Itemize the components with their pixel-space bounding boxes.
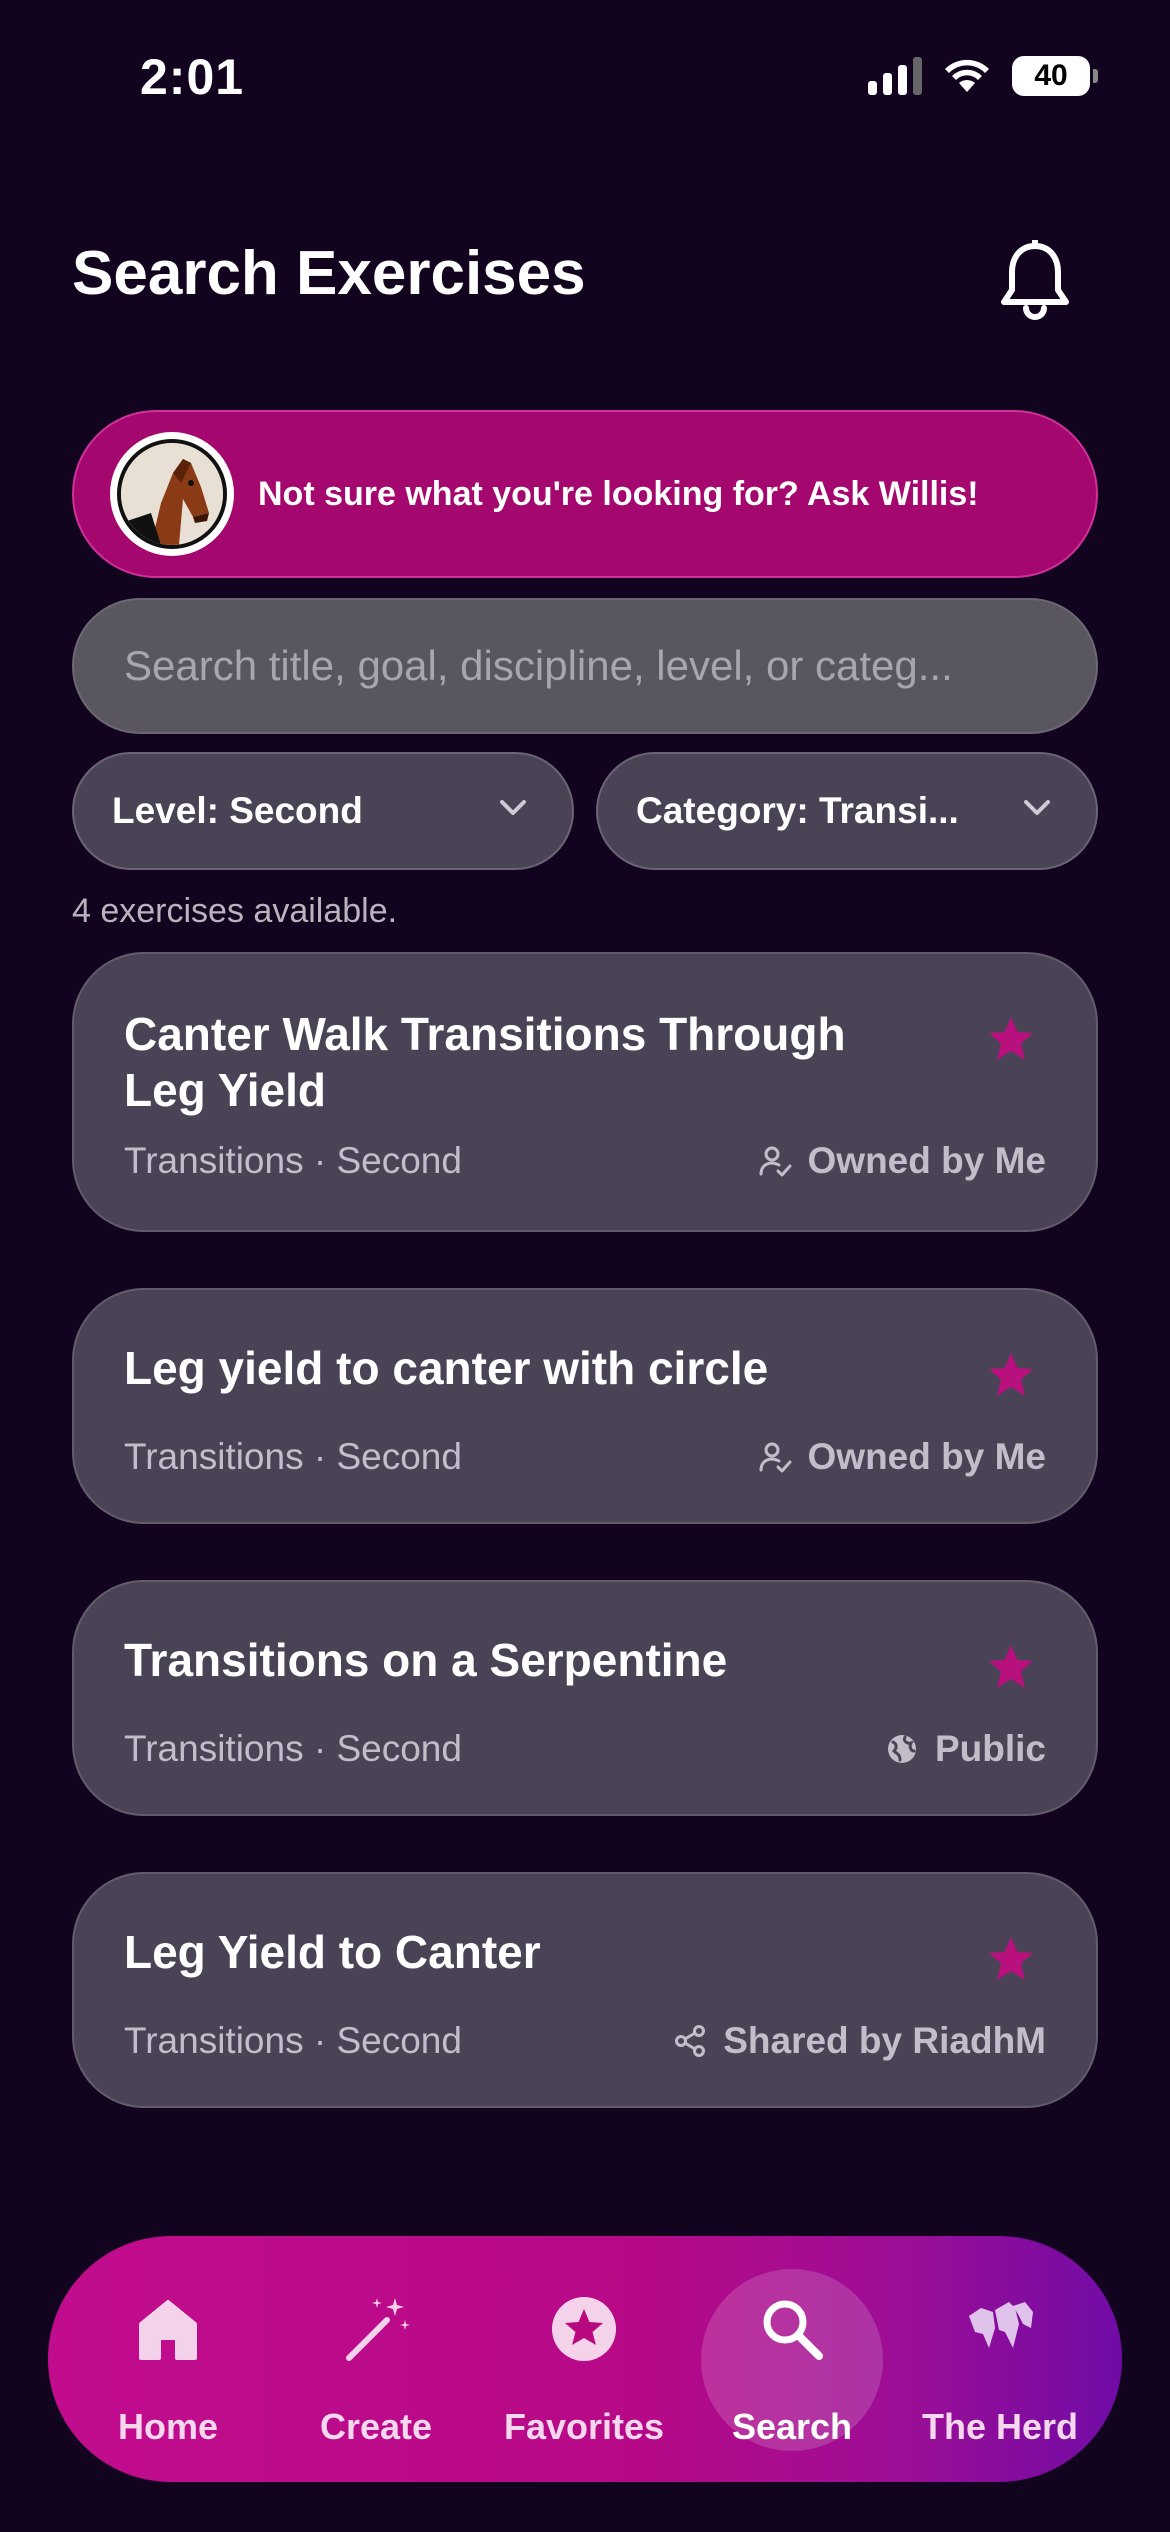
status-icons: 40	[868, 56, 1098, 96]
exercise-meta: Transitions · Second	[124, 1140, 462, 1181]
status-time: 2:01	[140, 49, 245, 105]
person-check-icon	[759, 1442, 792, 1473]
bell-icon[interactable]	[998, 240, 1072, 320]
category-filter-label: Category: Transi...	[636, 790, 959, 831]
exercise-owner-label: Owned by Me	[807, 1140, 1046, 1181]
exercise-ownership: Public	[885, 1728, 1046, 1770]
chevron-down-icon	[1024, 800, 1050, 815]
exercise-meta: Transitions · Second	[124, 1728, 462, 1769]
exercise-card[interactable]: Leg yield to canter with circle Transiti…	[72, 1288, 1098, 1524]
exercise-title: Transitions on a Serpentine	[124, 1634, 728, 1686]
favorite-star-icon[interactable]	[986, 1014, 1036, 1064]
person-check-icon	[759, 1146, 792, 1177]
bottom-nav: Home Create Favorites Search The Herd	[48, 2236, 1122, 2482]
exercise-meta: Transitions · Second	[124, 2020, 462, 2061]
favorite-star-icon[interactable]	[986, 1642, 1036, 1692]
level-filter-label: Level: Second	[112, 790, 363, 831]
search-icon	[763, 2300, 823, 2360]
ask-willis-banner[interactable]: Not sure what you're looking for? Ask Wi…	[72, 410, 1098, 578]
search-input[interactable]	[72, 598, 1098, 734]
nav-item-the-herd[interactable]: The Herd	[900, 2236, 1100, 2482]
exercise-title: Leg Yield to Canter	[124, 1926, 541, 1978]
nav-item-search[interactable]: Search	[692, 2236, 892, 2482]
home-icon	[139, 2300, 197, 2360]
level-filter-dropdown[interactable]: Level: Second	[72, 752, 574, 870]
horses-icon	[969, 2302, 1033, 2348]
ask-willis-text: Not sure what you're looking for? Ask Wi…	[258, 474, 979, 513]
exercise-owner-label: Owned by Me	[807, 1436, 1046, 1477]
search-exercises-screen: 2:01 40 Search Exercises Not sure what y…	[0, 0, 1170, 2532]
horse-avatar-icon	[110, 432, 234, 556]
nav-item-favorites[interactable]: Favorites	[484, 2236, 684, 2482]
exercise-owner-label: Shared by RiadhM	[723, 2020, 1046, 2061]
exercise-ownership: Shared by RiadhM	[673, 2020, 1046, 2062]
exercise-title: Leg yield to canter with circle	[124, 1342, 769, 1394]
nav-label-favorites: Favorites	[503, 2406, 665, 2447]
battery-icon: 40	[1012, 56, 1098, 96]
chevron-down-icon	[500, 800, 526, 815]
favorite-star-icon[interactable]	[986, 1934, 1036, 1984]
exercise-card[interactable]: Leg Yield to Canter Transitions · Second…	[72, 1872, 1098, 2108]
status-bar: 2:01 40	[0, 0, 1170, 150]
exercise-owner-label: Public	[934, 1728, 1046, 1769]
category-filter-dropdown[interactable]: Category: Transi...	[596, 752, 1098, 870]
results-count: 4 exercises available.	[72, 892, 398, 930]
wifi-icon	[945, 59, 989, 92]
globe-icon	[887, 1735, 916, 1763]
page-title: Search Exercises	[72, 239, 586, 308]
nav-label-home: Home	[117, 2406, 219, 2447]
exercise-title: Canter Walk Transitions Through Leg Yiel…	[124, 1008, 846, 1116]
exercise-meta: Transitions · Second	[124, 1436, 462, 1477]
nav-label-the-herd: The Herd	[921, 2406, 1079, 2447]
signal-icon	[868, 57, 922, 95]
nav-label-create: Create	[319, 2406, 433, 2447]
exercise-ownership: Owned by Me	[758, 1140, 1046, 1182]
favorite-star-icon[interactable]	[986, 1350, 1036, 1400]
magic-wand-icon	[346, 2298, 410, 2361]
exercise-ownership: Owned by Me	[758, 1436, 1046, 1478]
nav-label-search: Search	[731, 2406, 853, 2447]
star-circle-icon	[552, 2297, 616, 2361]
exercise-card[interactable]: Canter Walk Transitions Through Leg Yiel…	[72, 952, 1098, 1232]
exercise-card[interactable]: Transitions on a Serpentine Transitions …	[72, 1580, 1098, 1816]
nav-item-create[interactable]: Create	[276, 2236, 476, 2482]
share-icon	[675, 2025, 706, 2057]
nav-item-home[interactable]: Home	[68, 2236, 268, 2482]
